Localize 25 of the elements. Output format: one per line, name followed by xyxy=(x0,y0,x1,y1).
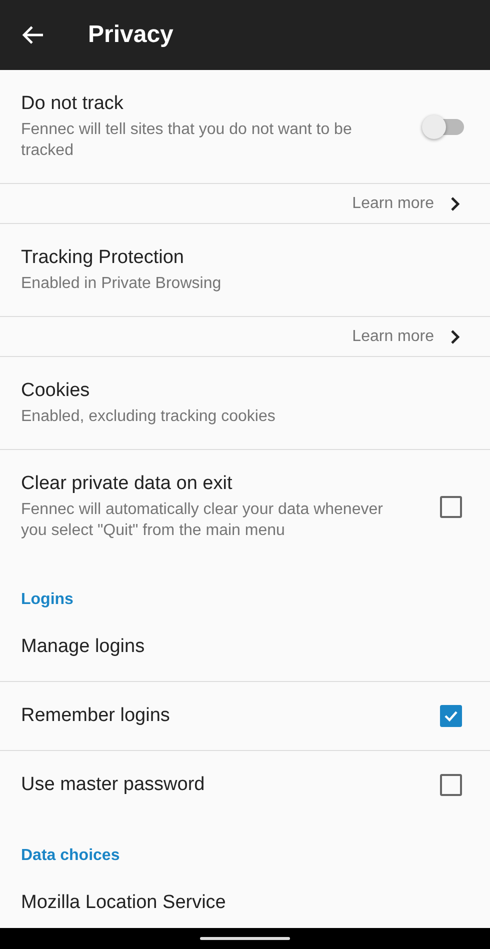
learn-more-link[interactable]: Learn more xyxy=(352,328,460,346)
checkbox[interactable] xyxy=(440,774,462,796)
setting-description: Fennec will tell sites that you do not want to be tracked xyxy=(21,120,353,161)
section-header: Logins xyxy=(20,590,74,610)
learn-more-link[interactable]: Learn more xyxy=(352,194,460,212)
setting-title[interactable]: Tracking Protection xyxy=(21,246,424,270)
setting-title[interactable]: Remember logins xyxy=(21,704,400,728)
section-header: Data choices xyxy=(20,846,121,866)
setting-title[interactable]: Clear private data on exit xyxy=(21,472,400,496)
setting-title[interactable]: Cookies xyxy=(21,379,424,403)
chevron-right-icon xyxy=(450,328,460,344)
setting-title[interactable]: Use master password xyxy=(21,773,400,797)
setting-description: Enabled, excluding tracking cookies xyxy=(21,407,276,427)
checkbox[interactable] xyxy=(440,705,462,727)
setting-description: Fennec will automatically clear your data whenever you select "Quit" from the main menu xyxy=(21,500,384,541)
setting-title[interactable]: Manage logins xyxy=(21,635,424,659)
checkbox[interactable] xyxy=(440,496,462,518)
setting-description: Enabled in Private Browsing xyxy=(21,274,222,294)
home-handle[interactable] xyxy=(200,937,290,940)
setting-title[interactable]: Do not track xyxy=(21,92,384,116)
checkmark-icon xyxy=(444,710,458,722)
back-button[interactable] xyxy=(22,25,44,45)
chevron-right-icon xyxy=(450,196,460,212)
app-bar-title: Privacy xyxy=(88,21,174,49)
setting-title[interactable]: Mozilla Location Service xyxy=(21,891,424,915)
